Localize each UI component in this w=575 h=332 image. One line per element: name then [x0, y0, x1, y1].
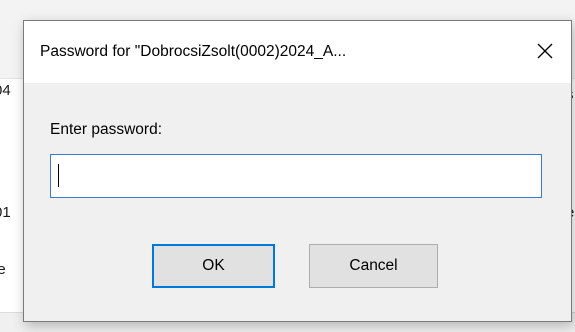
background-text: r — [0, 151, 24, 168]
background-text: le — [0, 261, 6, 278]
dialog-title: Password for "DobrocsiZsolt(0002)2024_A.… — [40, 43, 347, 60]
password-input[interactable] — [50, 154, 542, 198]
password-dialog: Password for "DobrocsiZsolt(0002)2024_A.… — [23, 20, 572, 322]
cancel-button[interactable]: Cancel — [309, 244, 438, 288]
password-prompt-label: Enter password: — [50, 121, 162, 138]
ok-button[interactable]: OK — [152, 244, 275, 288]
close-icon — [537, 43, 553, 59]
background-text: 01 — [0, 204, 11, 221]
close-button[interactable] — [519, 31, 571, 71]
dialog-titlebar[interactable]: Password for "DobrocsiZsolt(0002)2024_A.… — [24, 21, 571, 83]
text-cursor — [58, 164, 59, 187]
background-text: 04 — [0, 82, 11, 99]
